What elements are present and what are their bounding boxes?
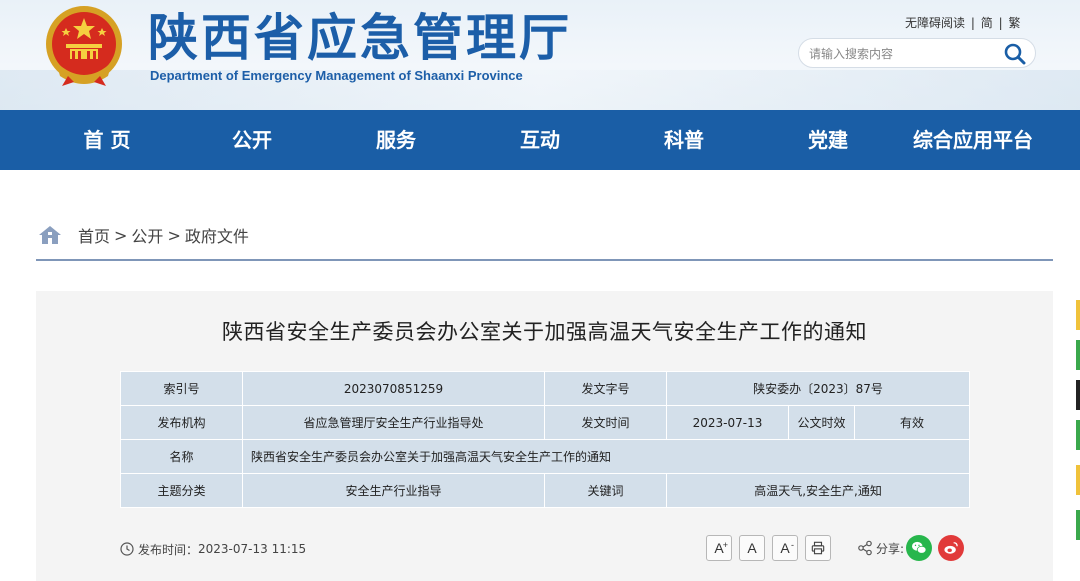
- publish-label: 发布时间：: [138, 542, 199, 557]
- search-box: [798, 38, 1036, 68]
- national-emblem-icon: [46, 6, 122, 86]
- nav-item-service[interactable]: 服务: [356, 110, 436, 170]
- accessibility-link[interactable]: 无障碍阅读: [905, 16, 965, 30]
- search-icon[interactable]: [1003, 42, 1027, 66]
- index-value: 2023070851259: [242, 371, 545, 406]
- font-normal-label: A: [747, 540, 757, 556]
- clock-icon: [120, 542, 134, 556]
- document-title: 陕西省安全生产委员会办公室关于加强高温天气安全生产工作的通知: [222, 320, 867, 344]
- article-tools: A + A A-: [706, 535, 838, 561]
- issuer-value: 省应急管理厅安全生产行业指导处: [242, 405, 545, 440]
- doc-no-label: 发文字号: [544, 371, 667, 406]
- validity-label: 公文时效: [788, 405, 855, 440]
- category-label: 主题分类: [120, 473, 243, 508]
- site-subtitle: Department of Emergency Management of Sh…: [150, 68, 523, 83]
- table-row: 主题分类 安全生产行业指导 关键词 高温天气,安全生产,通知: [120, 473, 971, 508]
- table-row: 名称 陕西省安全生产委员会办公室关于加强高温天气安全生产工作的通知: [120, 439, 971, 474]
- date-value: 2023-07-13: [666, 405, 789, 440]
- nav-item-public[interactable]: 公开: [212, 110, 292, 170]
- share-bar: 分享:: [857, 535, 965, 561]
- share-label: 分享:: [876, 541, 905, 556]
- traditional-chinese-link[interactable]: 繁: [1008, 16, 1020, 30]
- page-edge-decoration: [1076, 300, 1080, 540]
- link-separator: |: [970, 16, 975, 30]
- validity-value: 有效: [853, 405, 971, 440]
- document-meta-table: 索引号 2023070851259 发文字号 陕安委办〔2023〕87号 发布机…: [120, 371, 971, 508]
- font-smaller-sup: -: [791, 540, 794, 550]
- table-row: 索引号 2023070851259 发文字号 陕安委办〔2023〕87号: [120, 371, 971, 406]
- breadcrumb-gov-docs[interactable]: 政府文件: [185, 223, 249, 247]
- wechat-share-button[interactable]: [906, 535, 933, 561]
- publish-time: 发布时间： 2023-07-13 11:15: [120, 540, 306, 558]
- main-nav: 首 页 公开 服务 互动 科普 党建 综合应用平台: [0, 110, 1080, 170]
- nav-item-party[interactable]: 党建: [788, 110, 868, 170]
- search-input[interactable]: [809, 44, 999, 64]
- breadcrumb-divider: [36, 259, 1053, 261]
- font-normal-button[interactable]: A: [739, 535, 765, 561]
- doc-no-value: 陕安委办〔2023〕87号: [665, 371, 971, 406]
- keywords-label: 关键词: [544, 473, 667, 508]
- home-icon: [39, 226, 61, 244]
- nav-item-platform[interactable]: 综合应用平台: [898, 110, 1048, 170]
- keywords-value: 高温天气,安全生产,通知: [665, 473, 971, 508]
- share-icon: [858, 540, 872, 556]
- site-header: 陕西省应急管理厅 Department of Emergency Managem…: [0, 0, 1080, 110]
- nav-item-interaction[interactable]: 互动: [500, 110, 580, 170]
- breadcrumb-public[interactable]: 公开: [131, 223, 163, 247]
- font-smaller-label: A: [780, 540, 790, 556]
- table-row: 发布机构 省应急管理厅安全生产行业指导处 发文时间 2023-07-13 公文时…: [120, 405, 971, 440]
- simplified-chinese-link[interactable]: 简: [981, 16, 993, 30]
- font-larger-button[interactable]: A +: [706, 535, 732, 561]
- print-icon: [811, 541, 825, 555]
- date-label: 发文时间: [544, 405, 667, 440]
- top-links: 无障碍阅读 | 简 | 繁: [905, 14, 1020, 31]
- font-smaller-button[interactable]: A-: [772, 535, 798, 561]
- breadcrumb: 首页 > 公开 > 政府文件: [38, 222, 249, 248]
- publish-time-value: 2023-07-13 11:15: [198, 542, 307, 556]
- nav-item-home[interactable]: 首 页: [62, 110, 152, 170]
- name-label: 名称: [120, 439, 243, 474]
- nav-item-science[interactable]: 科普: [644, 110, 724, 170]
- index-label: 索引号: [120, 371, 243, 406]
- wechat-icon: [912, 541, 927, 554]
- link-separator: |: [998, 16, 1003, 30]
- font-larger-sup: +: [722, 540, 728, 550]
- weibo-icon: [944, 542, 958, 554]
- issuer-label: 发布机构: [120, 405, 243, 440]
- breadcrumb-separator: >: [114, 225, 128, 245]
- print-button[interactable]: [805, 535, 831, 561]
- weibo-share-button[interactable]: [938, 535, 965, 561]
- name-value: 陕西省安全生产委员会办公室关于加强高温天气安全生产工作的通知: [241, 439, 971, 474]
- site-title: 陕西省应急管理厅: [148, 9, 572, 67]
- category-value: 安全生产行业指导: [242, 473, 545, 508]
- breadcrumb-home[interactable]: 首页: [78, 223, 110, 247]
- breadcrumb-separator: >: [167, 225, 181, 245]
